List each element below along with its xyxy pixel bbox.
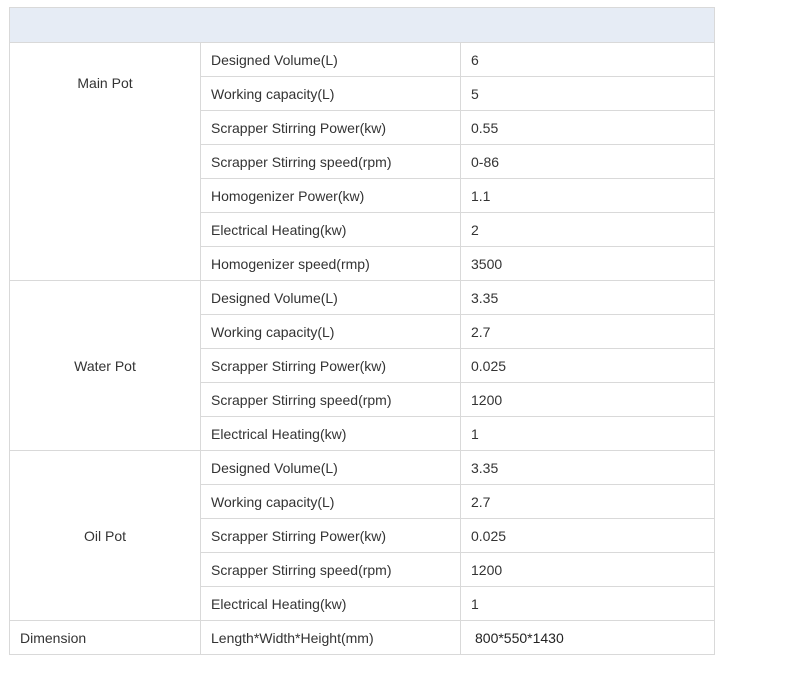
table-row: Water Pot Designed Volume(L) 3.35: [9, 280, 715, 451]
value-cell: 0.025: [460, 348, 715, 383]
param-cell: Homogenizer speed(rmp): [200, 246, 461, 281]
value-cell: 0.025: [460, 518, 715, 553]
table-header-cell: [9, 7, 715, 43]
value-cell: 800*550*1430: [460, 620, 715, 655]
param-cell: Designed Volume(L): [200, 42, 461, 77]
spec-table-container: Main Pot Designed Volume(L) 6 Working ca…: [9, 7, 715, 655]
value-cell: 3.35: [460, 450, 715, 485]
param-cell: Scrapper Stirring Power(kw): [200, 348, 461, 383]
value-cell: 0.55: [460, 110, 715, 145]
value-cell: 1200: [460, 552, 715, 587]
value-cell: 3.35: [460, 280, 715, 315]
table-row: Main Pot Designed Volume(L) 6: [9, 42, 715, 281]
value-cell: 2: [460, 212, 715, 247]
param-cell: Scrapper Stirring speed(rpm): [200, 144, 461, 179]
param-cell: Scrapper Stirring speed(rpm): [200, 552, 461, 587]
value-cell: 0-86: [460, 144, 715, 179]
param-cell: Designed Volume(L): [200, 450, 461, 485]
table-row: Oil Pot Designed Volume(L) 3.35: [9, 450, 715, 621]
value-cell: 1: [460, 586, 715, 621]
table-header-row: [9, 7, 715, 43]
param-cell: Scrapper Stirring speed(rpm): [200, 382, 461, 417]
value-cell: 1.1: [460, 178, 715, 213]
value-cell: 2.7: [460, 314, 715, 349]
value-cell: 6: [460, 42, 715, 77]
param-cell: Working capacity(L): [200, 76, 461, 111]
param-cell: Length*Width*Height(mm): [200, 620, 461, 655]
param-cell: Scrapper Stirring Power(kw): [200, 110, 461, 145]
value-cell: 1: [460, 416, 715, 451]
spec-table: Main Pot Designed Volume(L) 6 Working ca…: [9, 7, 715, 655]
param-cell: Electrical Heating(kw): [200, 416, 461, 451]
value-cell: 3500: [460, 246, 715, 281]
value-cell: 2.7: [460, 484, 715, 519]
param-cell: Working capacity(L): [200, 484, 461, 519]
value-cell: 5: [460, 76, 715, 111]
group-label-oil-pot: Oil Pot: [9, 450, 201, 621]
param-cell: Scrapper Stirring Power(kw): [200, 518, 461, 553]
param-cell: Electrical Heating(kw): [200, 212, 461, 247]
param-cell: Working capacity(L): [200, 314, 461, 349]
param-cell: Designed Volume(L): [200, 280, 461, 315]
param-cell: Homogenizer Power(kw): [200, 178, 461, 213]
group-label-dimension: Dimension: [9, 620, 201, 655]
value-cell: 1200: [460, 382, 715, 417]
param-cell: Electrical Heating(kw): [200, 586, 461, 621]
group-label-water-pot: Water Pot: [9, 280, 201, 451]
group-label-main-pot: Main Pot: [9, 42, 201, 281]
table-row-dimension: Dimension Length*Width*Height(mm) 800*55…: [9, 620, 715, 655]
